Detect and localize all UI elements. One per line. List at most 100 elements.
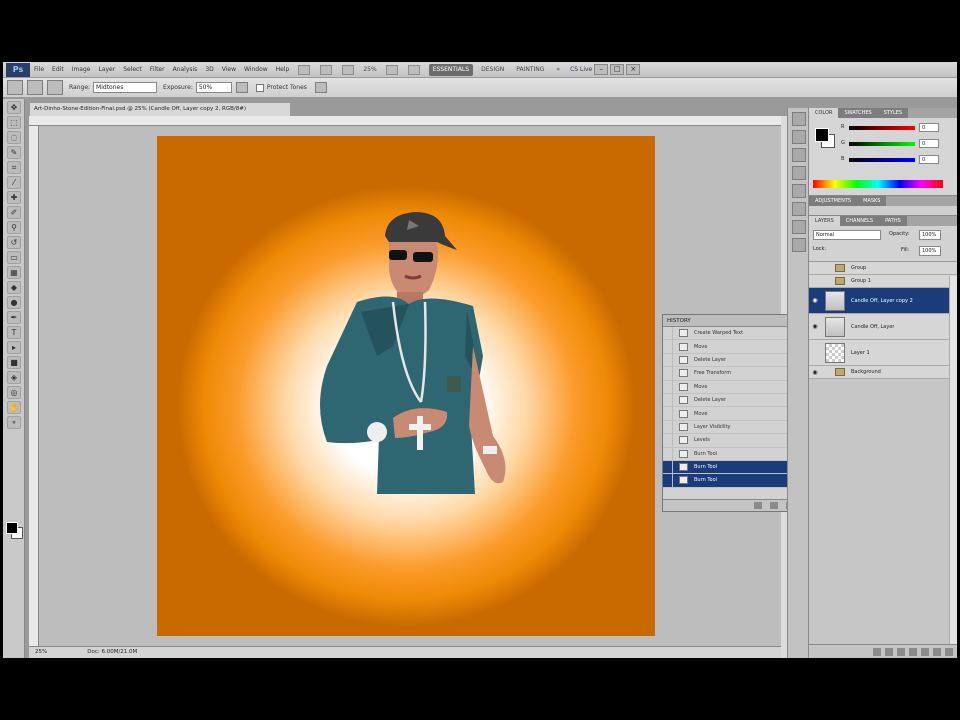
artwork-canvas[interactable] — [157, 136, 655, 636]
history-state-column[interactable] — [663, 460, 673, 474]
history-state-column[interactable] — [663, 353, 673, 367]
character-panel-icon[interactable] — [792, 184, 806, 198]
menu-help[interactable]: Help — [272, 66, 294, 73]
path-selection-tool-icon[interactable]: ▸ — [7, 341, 21, 354]
history-state-column[interactable] — [663, 420, 673, 434]
eye-icon[interactable]: ◉ — [809, 369, 821, 376]
history-state-column[interactable] — [663, 434, 673, 447]
menu-select[interactable]: Select — [119, 66, 146, 73]
gradient-tool-icon[interactable]: ▦ — [7, 266, 21, 279]
pen-tool-icon[interactable]: ✒ — [7, 311, 21, 324]
tab-styles[interactable]: STYLES — [877, 108, 909, 118]
adjustment-layer-icon[interactable] — [909, 647, 917, 656]
move-tool-icon[interactable]: ✥ — [7, 101, 21, 114]
maximize-button[interactable]: □ — [610, 64, 625, 75]
new-layer-icon[interactable] — [933, 647, 941, 656]
eraser-tool-icon[interactable]: ▭ — [7, 251, 21, 264]
color-b-slider[interactable] — [849, 158, 915, 162]
layer-mask-icon[interactable] — [897, 647, 905, 656]
menu-edit[interactable]: Edit — [48, 66, 68, 73]
color-g-input[interactable]: 0 — [919, 139, 939, 148]
exposure-input[interactable]: 50% — [195, 82, 232, 93]
history-item[interactable]: Free Transform — [663, 367, 802, 381]
workspace-painting[interactable]: PAINTING — [512, 64, 548, 76]
arrange-documents-icon[interactable] — [385, 64, 398, 75]
history-item[interactable]: Delete Layer — [663, 393, 802, 408]
navigator-panel-icon[interactable] — [792, 238, 806, 252]
eyedropper-tool-icon[interactable]: ⁄ — [7, 176, 21, 189]
document-tab[interactable]: Art-Dinho-Stone-Edition-Final.psd @ 25% … — [29, 102, 291, 116]
screen-mode-icon[interactable] — [407, 64, 420, 75]
pressure-icon[interactable] — [314, 82, 327, 93]
menu-analysis[interactable]: Analysis — [169, 66, 202, 73]
history-state-column[interactable] — [663, 327, 673, 340]
view-extras-icon[interactable] — [342, 64, 355, 75]
history-brush-tool-icon[interactable]: ↺ — [7, 236, 21, 249]
color-foreground-swatch[interactable] — [815, 128, 829, 142]
zoom-level[interactable]: 25% — [359, 66, 380, 73]
menu-layer[interactable]: Layer — [94, 66, 119, 73]
menu-filter[interactable]: Filter — [146, 66, 169, 73]
eye-icon[interactable]: ◉ — [809, 297, 821, 304]
new-snapshot-icon[interactable] — [770, 502, 778, 509]
tab-swatches[interactable]: SWATCHES — [838, 108, 878, 118]
history-item[interactable]: Burn Tool — [663, 474, 802, 488]
tool-preset-icon[interactable] — [7, 80, 23, 95]
color-g-slider[interactable] — [849, 142, 915, 146]
protect-tones-checkbox[interactable] — [255, 83, 264, 92]
history-state-column[interactable] — [663, 407, 673, 420]
quick-selection-tool-icon[interactable]: ✎ — [7, 146, 21, 159]
airbrush-icon[interactable] — [235, 82, 248, 93]
workspace-design[interactable]: DESIGN — [477, 64, 508, 76]
layer-style-icon[interactable] — [885, 647, 893, 656]
fill-input[interactable]: 100% — [919, 246, 941, 256]
tab-masks[interactable]: MASKS — [857, 196, 887, 206]
delete-layer-icon[interactable] — [945, 647, 953, 656]
clone-source-panel-icon[interactable] — [792, 166, 806, 180]
history-item[interactable]: Move — [663, 340, 802, 354]
new-document-from-state-icon[interactable] — [754, 502, 762, 509]
tab-adjustments[interactable]: ADJUSTMENTS — [809, 196, 858, 206]
workspace-more[interactable]: » — [552, 64, 564, 76]
opacity-input[interactable]: 100% — [919, 230, 941, 240]
layer-row[interactable]: Layer 1 — [809, 340, 957, 366]
history-item[interactable]: Delete Layer — [663, 353, 802, 368]
tab-channels[interactable]: CHANNELS — [839, 216, 880, 226]
history-item[interactable]: Move — [663, 380, 802, 394]
status-zoom[interactable]: 25% — [29, 647, 47, 658]
minimize-button[interactable]: – — [594, 64, 609, 75]
actions-panel-icon[interactable] — [792, 130, 806, 144]
brush-preset-icon[interactable] — [27, 80, 43, 95]
history-state-column[interactable] — [663, 380, 673, 393]
close-button[interactable]: × — [626, 64, 641, 75]
bridge-icon[interactable] — [298, 64, 311, 75]
blur-tool-icon[interactable]: ◆ — [7, 281, 21, 294]
new-group-icon[interactable] — [921, 647, 929, 656]
layer-row[interactable]: ◉ Candle Off, Layer — [809, 314, 957, 340]
menu-window[interactable]: Window — [240, 66, 272, 73]
history-item[interactable]: Move — [663, 407, 802, 421]
healing-brush-tool-icon[interactable]: ✚ — [7, 191, 21, 204]
blend-mode-select[interactable]: Normal — [813, 230, 881, 240]
shape-tool-icon[interactable]: ■ — [7, 356, 21, 369]
menu-view[interactable]: View — [218, 66, 240, 73]
color-spectrum-bar[interactable] — [813, 180, 943, 188]
3d-camera-tool-icon[interactable]: ◎ — [7, 386, 21, 399]
history-item[interactable]: Levels — [663, 434, 802, 448]
history-item[interactable]: Burn Tool — [663, 447, 802, 461]
history-panel-icon[interactable] — [792, 112, 806, 126]
tab-paths[interactable]: PATHS — [879, 216, 907, 226]
brush-tool-icon[interactable]: ✐ — [7, 206, 21, 219]
color-r-slider[interactable] — [849, 126, 915, 130]
brush-panel-icon[interactable] — [792, 148, 806, 162]
info-panel-icon[interactable] — [792, 220, 806, 234]
workspace-essentials[interactable]: ESSENTIALS — [428, 63, 474, 76]
menu-3d[interactable]: 3D — [201, 66, 217, 73]
layers-scrollbar[interactable] — [949, 276, 957, 644]
mini-bridge-icon[interactable] — [320, 64, 333, 75]
tab-color[interactable]: COLOR — [809, 108, 839, 118]
hand-tool-icon[interactable]: ✋ — [7, 401, 21, 414]
history-item[interactable]: Layer Visibility — [663, 420, 802, 435]
eye-icon[interactable]: ◉ — [809, 323, 821, 330]
layer-row[interactable]: ◉ Background — [809, 366, 957, 379]
